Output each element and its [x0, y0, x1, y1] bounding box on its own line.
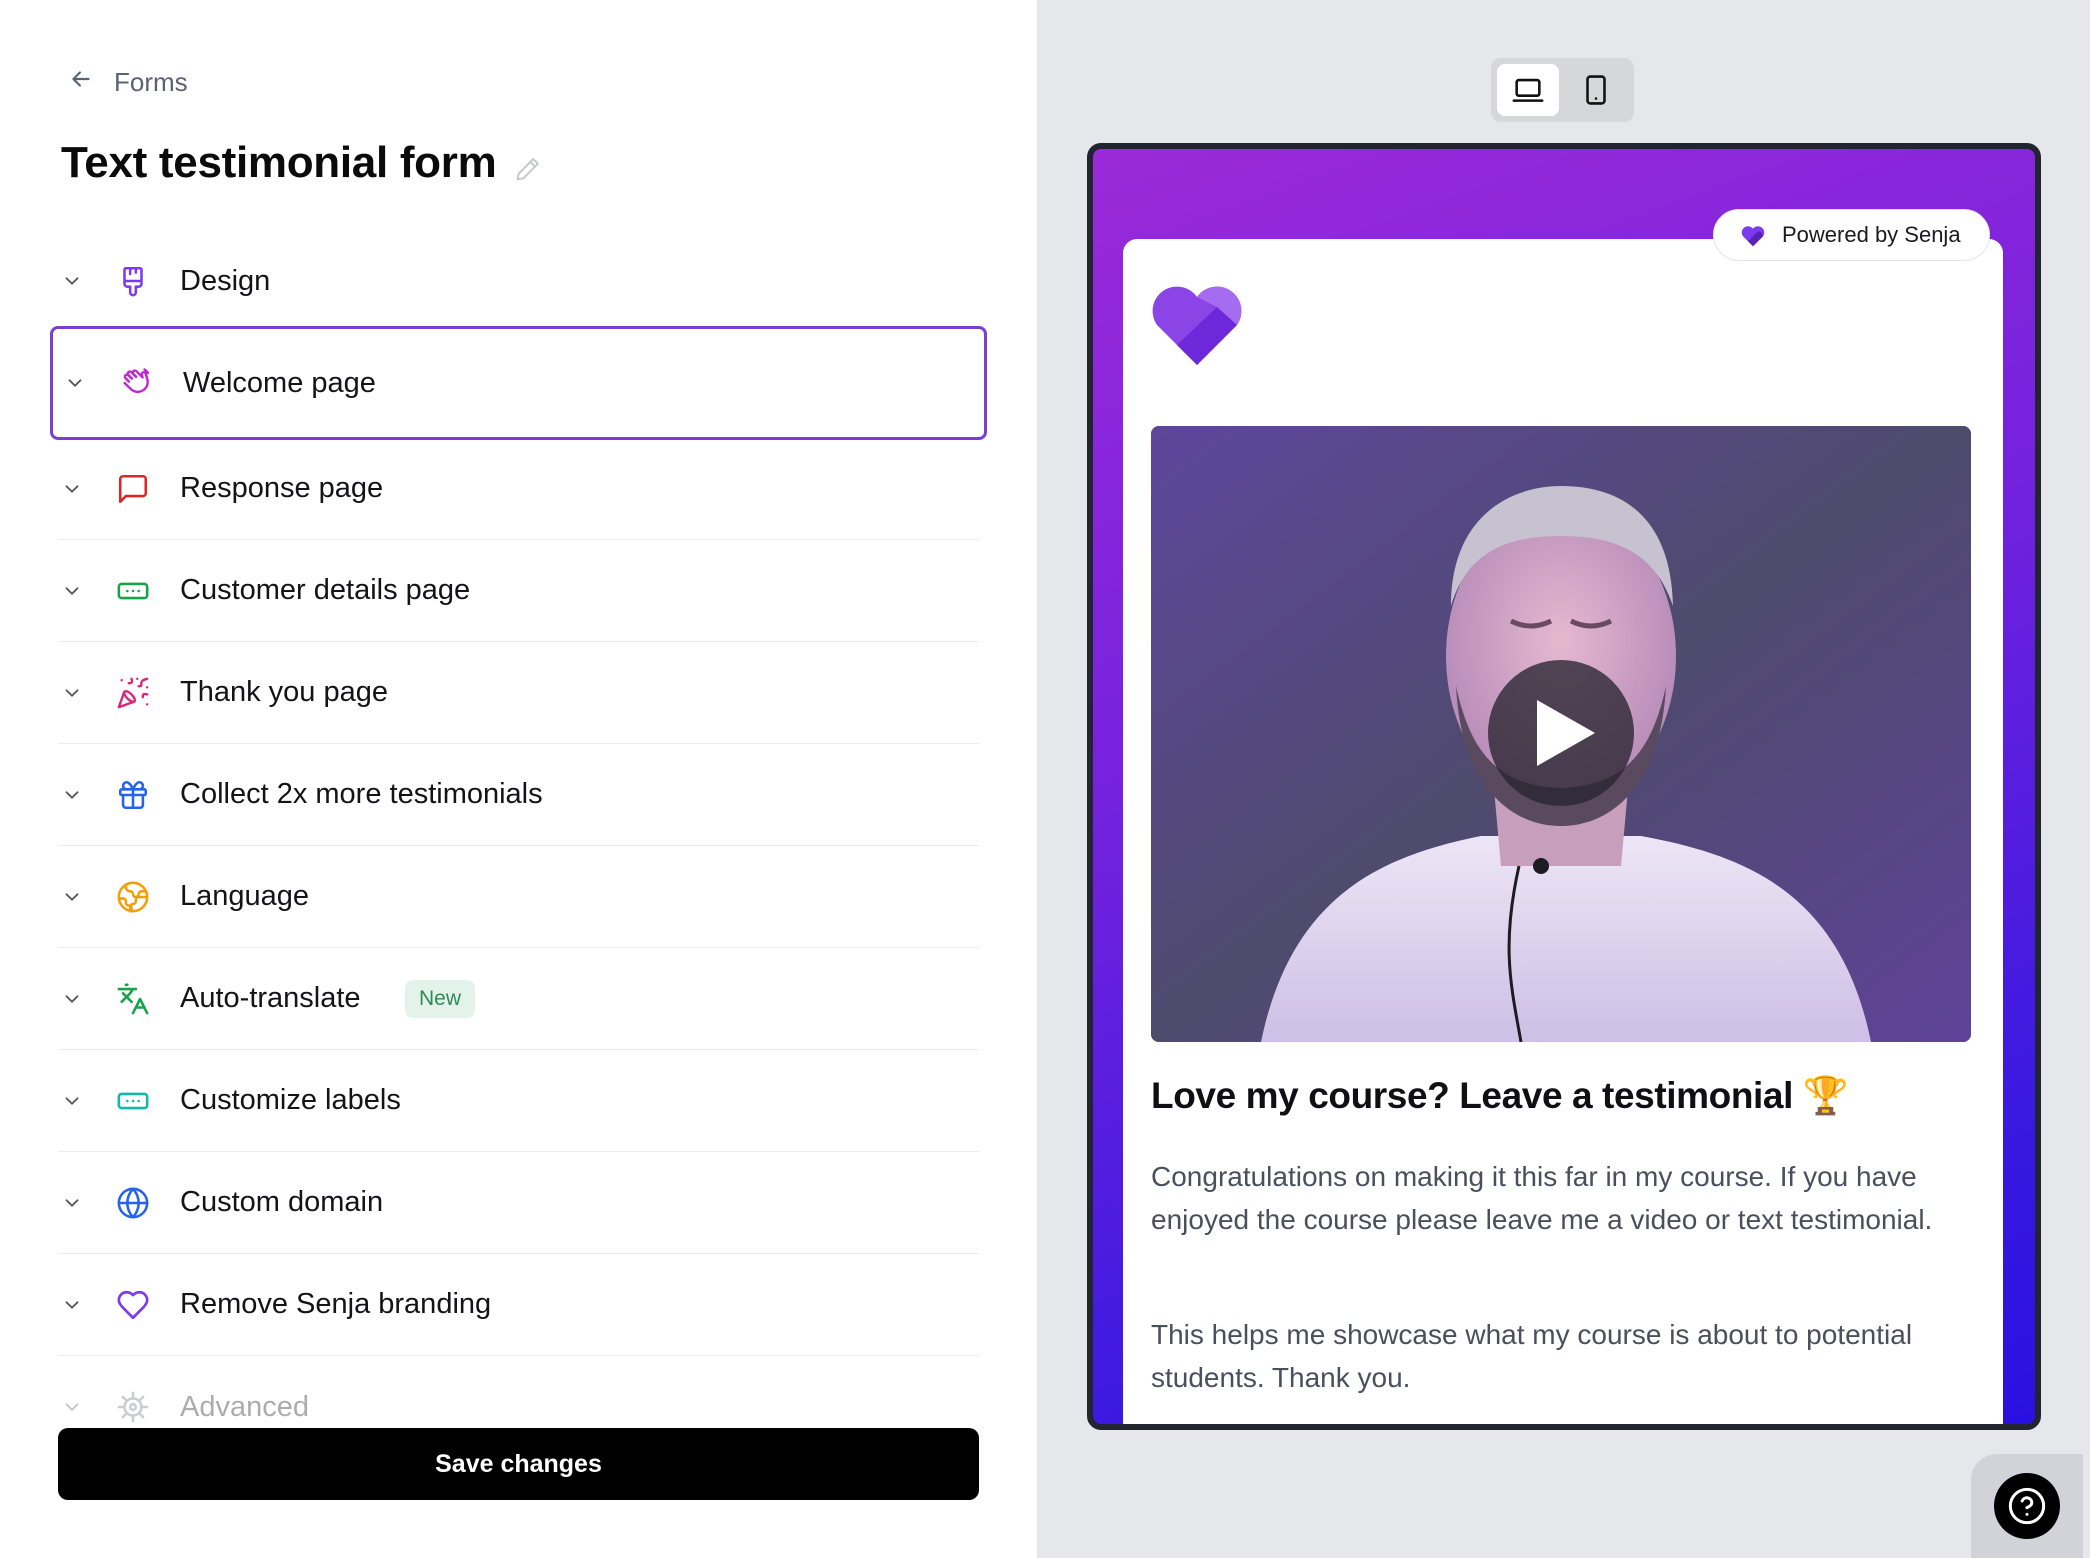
arrow-left-icon — [68, 66, 94, 99]
desktop-view-button[interactable] — [1497, 64, 1559, 116]
settings-menu: Design Welcome page Response page Custom… — [50, 230, 987, 1458]
new-badge: New — [405, 979, 476, 1018]
menu-item-customer-details-page[interactable]: Customer details page — [58, 540, 979, 642]
chevron-down-icon — [61, 369, 89, 397]
menu-item-design[interactable]: Design — [58, 230, 979, 332]
menu-item-label: Language — [180, 880, 310, 912]
page-title: Text testimonial form — [61, 138, 497, 187]
menu-item-label: Advanced — [180, 1390, 309, 1423]
menu-item-collect-more-testimonials[interactable]: Collect 2x more testimonials — [58, 744, 979, 846]
chevron-down-icon — [58, 985, 86, 1013]
menu-item-label: Response page — [180, 472, 384, 504]
chevron-down-icon — [58, 577, 86, 605]
senja-logo-icon — [1152, 286, 1242, 365]
laptop-icon — [1511, 73, 1545, 107]
play-icon — [1527, 700, 1595, 766]
save-changes-button[interactable]: Save changes — [58, 1428, 979, 1500]
chevron-down-icon — [58, 1087, 86, 1115]
menu-item-label: Collect 2x more testimonials — [180, 778, 543, 810]
gift-icon — [115, 777, 151, 813]
play-button[interactable] — [1488, 660, 1634, 806]
powered-by-senja-badge[interactable]: Powered by Senja — [1713, 209, 1990, 261]
menu-item-label: Welcome page — [183, 366, 376, 399]
menu-item-label: Thank you page — [180, 676, 388, 708]
menu-item-auto-translate[interactable]: Auto-translate New — [58, 948, 979, 1050]
form-description-2: This helps me showcase what my course is… — [1151, 1319, 1913, 1393]
welcome-video[interactable] — [1151, 426, 1971, 1042]
menu-item-label: Customize labels — [180, 1084, 401, 1116]
menu-item-label: Remove Senja branding — [180, 1288, 492, 1320]
menu-item-customize-labels[interactable]: Customize labels — [58, 1050, 979, 1152]
text-cursor-input-icon — [115, 1083, 151, 1119]
party-popper-icon — [115, 675, 151, 711]
chevron-down-icon — [58, 267, 86, 295]
form-headline: Love my course? Leave a testimonial 🏆 — [1151, 1075, 1849, 1116]
back-to-forms-link[interactable]: Forms — [68, 66, 188, 99]
preview-panel: Powered by Senja Love my course? Leave a… — [1037, 0, 2090, 1558]
cog-icon — [115, 1389, 151, 1425]
chevron-down-icon — [58, 1189, 86, 1217]
form-input-icon — [115, 573, 151, 609]
message-square-icon — [115, 471, 151, 507]
menu-item-thank-you-page[interactable]: Thank you page — [58, 642, 979, 744]
menu-item-welcome-page[interactable]: Welcome page — [50, 326, 987, 440]
pencil-icon[interactable] — [514, 139, 542, 188]
heart-icon — [115, 1287, 151, 1323]
menu-item-label: Custom domain — [180, 1186, 384, 1218]
menu-item-custom-domain[interactable]: Custom domain — [58, 1152, 979, 1254]
menu-item-remove-branding[interactable]: Remove Senja branding — [58, 1254, 979, 1356]
title-row: Text testimonial form — [61, 138, 542, 188]
menu-item-label: Design — [180, 264, 271, 297]
menu-item-label: Auto-translate — [180, 982, 361, 1014]
chevron-down-icon — [58, 679, 86, 707]
globe-icon — [115, 1185, 151, 1221]
chevron-down-icon — [58, 883, 86, 911]
senja-heart-icon — [1738, 220, 1768, 250]
mobile-view-button[interactable] — [1565, 64, 1627, 116]
back-link-label: Forms — [114, 67, 188, 97]
menu-item-response-page[interactable]: Response page — [58, 438, 979, 540]
help-widget — [1971, 1454, 2083, 1558]
waving-hand-icon — [118, 365, 154, 401]
form-card: Powered by Senja Love my course? Leave a… — [1123, 209, 2003, 1424]
form-preview-frame: Powered by Senja Love my course? Leave a… — [1087, 143, 2041, 1430]
form-description-1: Congratulations on making it this far in… — [1151, 1161, 1933, 1235]
help-button[interactable] — [1994, 1473, 2060, 1539]
device-toggle — [1491, 58, 1634, 122]
help-circle-icon — [2007, 1486, 2047, 1526]
languages-icon — [115, 981, 151, 1017]
earth-icon — [115, 879, 151, 915]
smartphone-icon — [1579, 73, 1613, 107]
powered-by-label: Powered by Senja — [1782, 222, 1961, 247]
chevron-down-icon — [58, 1291, 86, 1319]
menu-item-label: Customer details page — [180, 574, 471, 606]
chevron-down-icon — [58, 475, 86, 503]
chevron-down-icon — [58, 781, 86, 809]
menu-item-language[interactable]: Language — [58, 846, 979, 948]
settings-panel: Forms Text testimonial form Design Welco… — [0, 0, 1037, 1558]
chevron-down-icon — [58, 1393, 86, 1421]
paintbrush-icon — [115, 263, 151, 299]
